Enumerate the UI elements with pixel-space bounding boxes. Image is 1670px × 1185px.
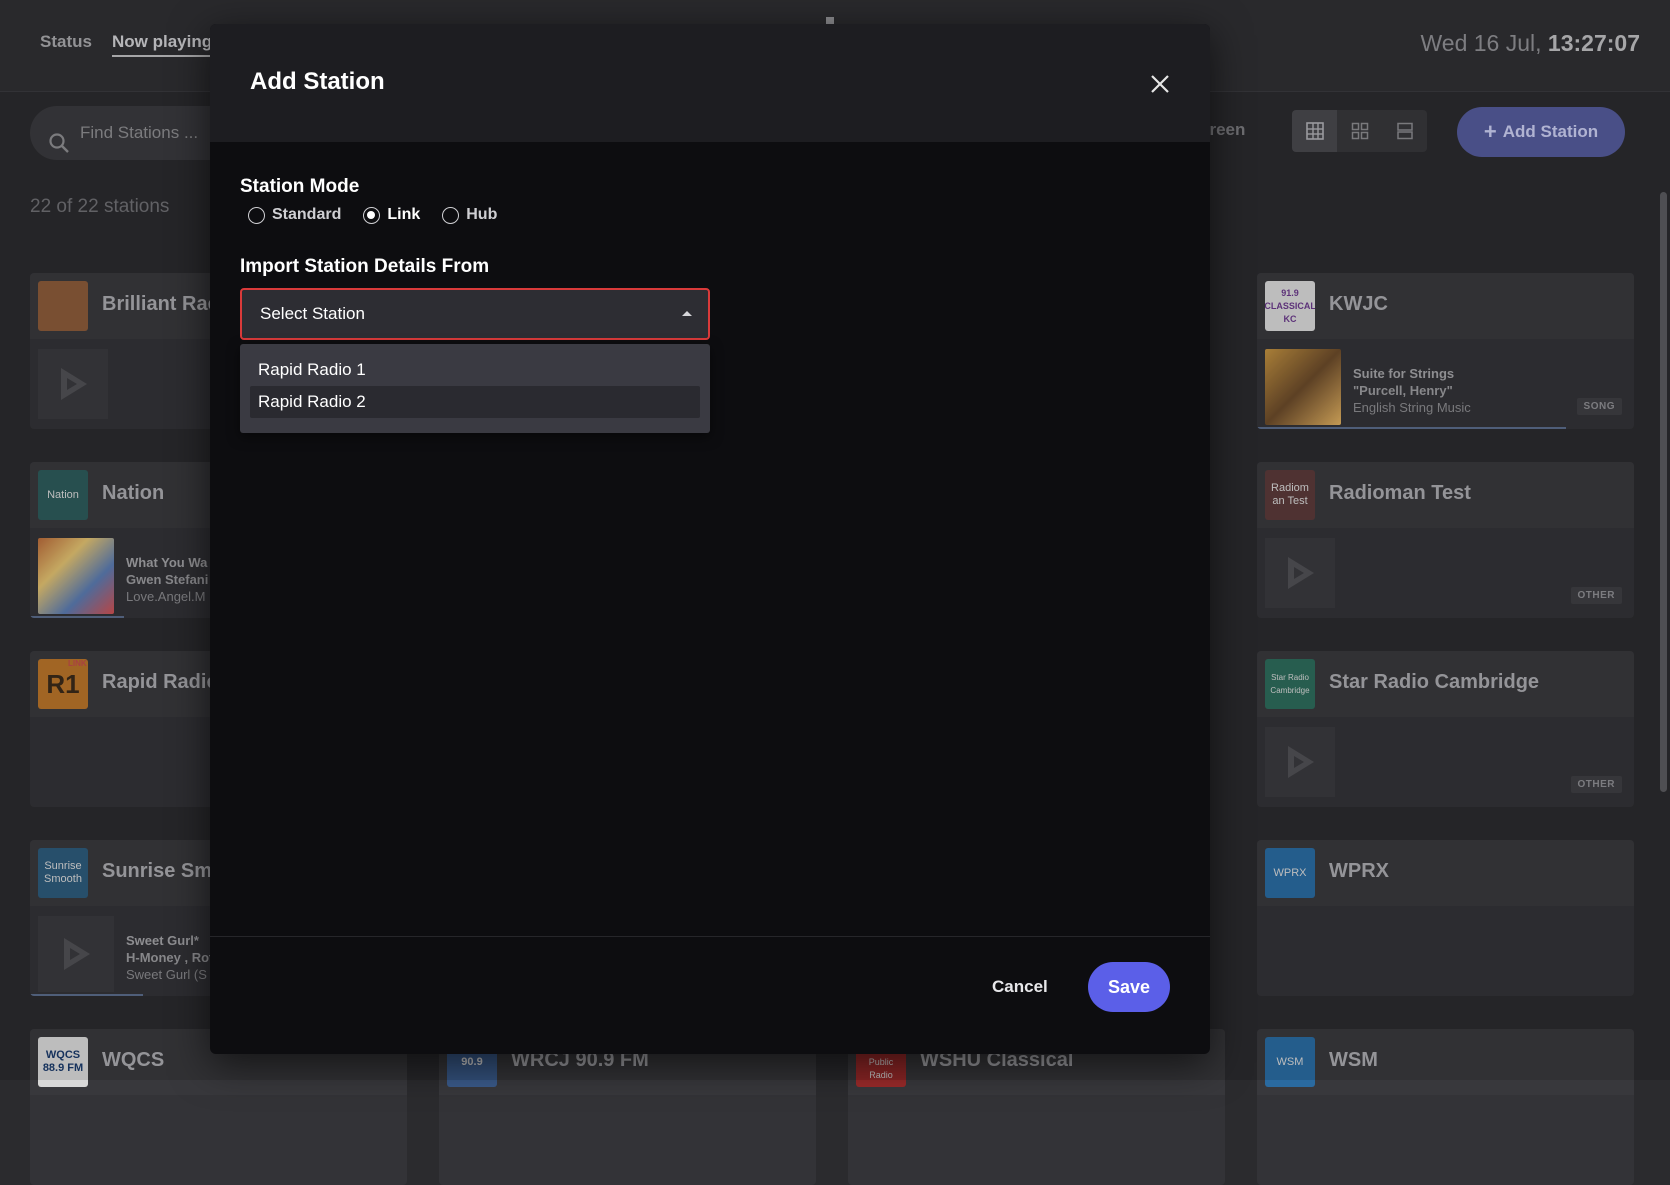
drag-handle xyxy=(826,17,834,24)
station-mode-label: Station Mode xyxy=(240,176,359,198)
mode-standard-radio[interactable]: Standard xyxy=(248,206,341,224)
save-button[interactable]: Save xyxy=(1088,962,1170,1012)
option-rapid-radio-2[interactable]: Rapid Radio 2 xyxy=(250,386,700,418)
import-station-select[interactable]: Select Station xyxy=(240,288,710,340)
radio-unchecked-icon xyxy=(442,207,459,224)
add-station-dialog: Add Station Station Mode Standard Link H… xyxy=(210,24,1210,1054)
app-root: Status Now playing Wed 16 Jul, 13:27:07 … xyxy=(0,0,1670,1080)
mode-link-radio[interactable]: Link xyxy=(363,206,420,224)
radio-checked-icon xyxy=(363,207,380,224)
dialog-header: Add Station xyxy=(210,24,1210,142)
station-dropdown-menu: Rapid Radio 1 Rapid Radio 2 xyxy=(240,344,710,433)
dialog-footer: Cancel Save xyxy=(210,936,1210,1034)
select-value: Select Station xyxy=(260,304,365,323)
station-mode-radio-group: Standard Link Hub xyxy=(248,206,497,224)
dialog-title: Add Station xyxy=(250,68,385,96)
radio-unchecked-icon xyxy=(248,207,265,224)
caret-up-icon xyxy=(682,311,692,316)
mode-hub-radio[interactable]: Hub xyxy=(442,206,497,224)
cancel-button[interactable]: Cancel xyxy=(992,967,1048,1007)
import-label: Import Station Details From xyxy=(240,256,489,278)
option-rapid-radio-1[interactable]: Rapid Radio 1 xyxy=(250,354,700,386)
close-icon xyxy=(1150,74,1170,94)
close-button[interactable] xyxy=(1146,70,1174,98)
